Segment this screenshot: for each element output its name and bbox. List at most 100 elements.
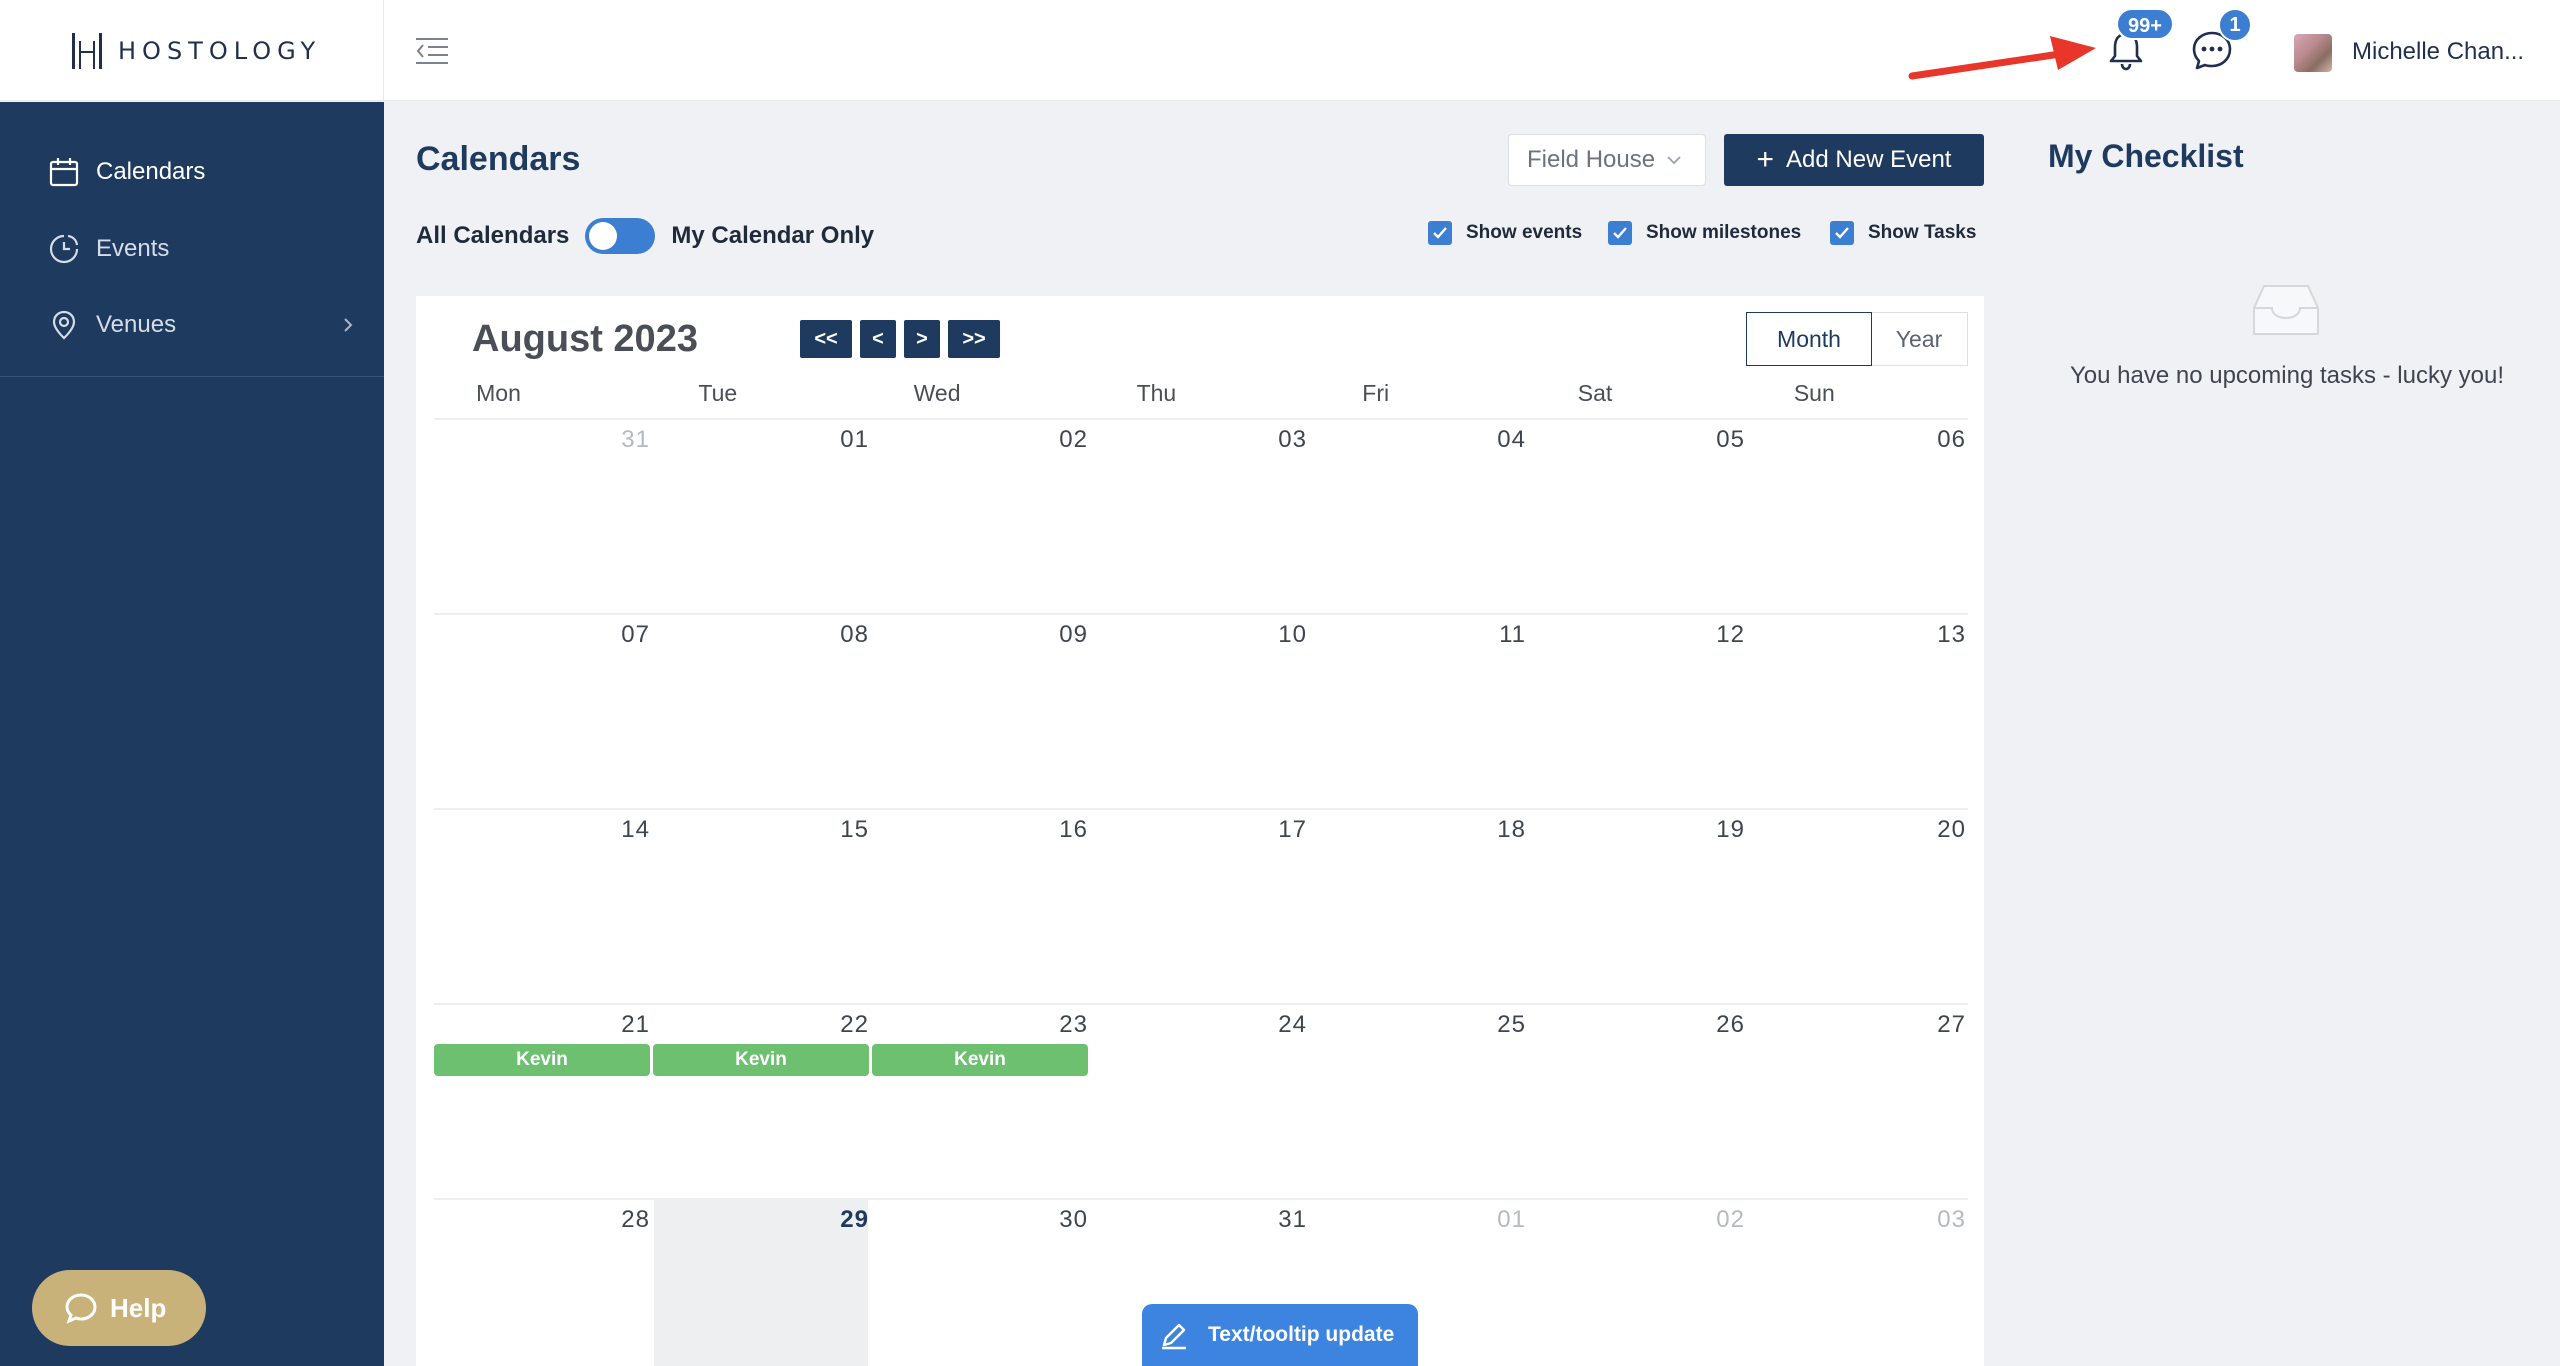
weekday-label: Wed: [913, 380, 961, 406]
sidebar-item-label: Venues: [96, 311, 177, 338]
checkbox-checked-icon: [1428, 221, 1452, 245]
day-cell-number[interactable]: 18: [1326, 816, 1526, 844]
weekday-label: Thu: [1136, 380, 1177, 406]
day-cell-number[interactable]: 09: [888, 621, 1088, 649]
week-divider: [434, 1198, 1968, 1200]
sidebar-item-label: Calendars: [96, 158, 206, 185]
add-new-event-button[interactable]: + Add New Event: [1724, 134, 1984, 186]
clock-pie-icon: [49, 234, 79, 264]
day-cell-number[interactable]: 29: [669, 1206, 869, 1234]
day-cell-number[interactable]: 30: [888, 1206, 1088, 1234]
day-cell-number[interactable]: 19: [1545, 816, 1745, 844]
day-cell-number[interactable]: 08: [669, 621, 869, 649]
weekday-label: Fri: [1362, 380, 1390, 406]
update-pill-label: Text/tooltip update: [1208, 1323, 1395, 1346]
day-cell-number[interactable]: 16: [888, 816, 1088, 844]
day-cell-number[interactable]: 02: [888, 426, 1088, 454]
show-events-checkbox[interactable]: Show events: [1428, 218, 1582, 248]
day-cell-number[interactable]: 04: [1326, 426, 1526, 454]
week-divider: [434, 1003, 1968, 1005]
day-cell-number[interactable]: 25: [1326, 1011, 1526, 1039]
day-cell-number[interactable]: 17: [1107, 816, 1307, 844]
day-cell-number[interactable]: 05: [1545, 426, 1745, 454]
checkbox-label: Show Tasks: [1868, 222, 1977, 243]
day-cell-number[interactable]: 31: [450, 426, 650, 454]
day-cell-number[interactable]: 06: [1766, 426, 1966, 454]
week-divider: [434, 418, 1968, 420]
text-tooltip-update-button[interactable]: Text/tooltip update: [1142, 1304, 1418, 1366]
sidebar-item-events[interactable]: Events: [0, 219, 384, 279]
day-cell-number[interactable]: 26: [1545, 1011, 1745, 1039]
sidebar-item-venues[interactable]: Venues: [0, 295, 384, 355]
prev-year-button[interactable]: <<: [800, 320, 852, 358]
next-year-button[interactable]: >>: [948, 320, 1000, 358]
day-cell-number[interactable]: 07: [450, 621, 650, 649]
checklist-title: My Checklist: [2048, 138, 2244, 174]
calendar-scope-toggle-row: All Calendars My Calendar Only: [416, 216, 874, 256]
event-chip[interactable]: Kevin: [872, 1044, 1088, 1076]
calendar-scope-switch[interactable]: [585, 218, 656, 254]
messages-badge: 1: [2218, 8, 2252, 42]
day-cell-number[interactable]: 14: [450, 816, 650, 844]
toggle-label-mine: My Calendar Only: [671, 222, 875, 249]
chevron-down-icon: [1667, 156, 1681, 165]
add-new-event-label: Add New Event: [1786, 146, 1952, 173]
logo[interactable]: HOSTOLOGY: [0, 0, 384, 101]
top-header: HOSTOLOGY 99+ 1 Michelle Chan...: [0, 0, 2560, 101]
page-title: Calendars: [416, 140, 581, 178]
chat-bubble-icon: [65, 1293, 97, 1324]
day-cell-number[interactable]: 23: [888, 1011, 1088, 1039]
day-cell-number[interactable]: 02: [1545, 1206, 1745, 1234]
checkbox-label: Show events: [1466, 222, 1583, 243]
day-cell-number[interactable]: 27: [1766, 1011, 1966, 1039]
toggle-label-all: All Calendars: [416, 222, 570, 249]
user-name[interactable]: Michelle Chan...: [2352, 38, 2524, 66]
weekday-label: Tue: [698, 380, 738, 406]
day-cell-number[interactable]: 12: [1545, 621, 1745, 649]
event-chip[interactable]: Kevin: [653, 1044, 869, 1076]
next-month-button[interactable]: >: [904, 320, 940, 358]
checkbox-label: Show milestones: [1646, 222, 1802, 243]
sidebar-item-calendars[interactable]: Calendars: [0, 142, 384, 202]
sidebar-divider: [0, 376, 384, 377]
day-cell-number[interactable]: 10: [1107, 621, 1307, 649]
calendar-icon: [49, 158, 79, 187]
chevron-right-icon: [344, 318, 353, 332]
checkbox-checked-icon: [1608, 221, 1632, 245]
day-cell-number[interactable]: 31: [1107, 1206, 1307, 1234]
show-tasks-checkbox[interactable]: Show Tasks: [1830, 218, 1976, 248]
tab-month[interactable]: Month: [1746, 312, 1872, 366]
logo-text: HOSTOLOGY: [118, 36, 322, 65]
event-chip[interactable]: Kevin: [434, 1044, 650, 1076]
day-cell-number[interactable]: 24: [1107, 1011, 1307, 1039]
day-cell-number[interactable]: 20: [1766, 816, 1966, 844]
checklist-empty-text: You have no upcoming tasks - lucky you!: [2069, 362, 2505, 389]
day-cell-number[interactable]: 11: [1326, 621, 1526, 649]
day-cell-number[interactable]: 03: [1766, 1206, 1966, 1234]
day-cell-number[interactable]: 22: [669, 1011, 869, 1039]
venue-select[interactable]: Field House: [1508, 134, 1706, 186]
user-avatar[interactable]: [2294, 34, 2332, 72]
hostology-logo-icon: [72, 32, 102, 69]
help-button[interactable]: Help: [32, 1270, 206, 1346]
week-divider: [434, 613, 1968, 615]
sidebar: Calendars Events Venues Help: [0, 102, 384, 1366]
day-cell-number[interactable]: 28: [450, 1206, 650, 1234]
pencil-icon: [1162, 1323, 1186, 1350]
collapse-menu-icon[interactable]: [414, 34, 450, 68]
day-cell-number[interactable]: 13: [1766, 621, 1966, 649]
day-cell-number[interactable]: 01: [1326, 1206, 1526, 1234]
empty-inbox-icon: [2253, 285, 2319, 335]
weekday-label: Sun: [1793, 380, 1835, 406]
prev-month-button[interactable]: <: [860, 320, 896, 358]
show-milestones-checkbox[interactable]: Show milestones: [1608, 218, 1801, 248]
tab-year[interactable]: Year: [1870, 312, 1968, 366]
day-cell-number[interactable]: 15: [669, 816, 869, 844]
day-cell-number[interactable]: 21: [450, 1011, 650, 1039]
day-cell-number[interactable]: 01: [669, 426, 869, 454]
plus-icon: +: [1756, 143, 1775, 176]
annotation-arrow-icon: [1908, 36, 2096, 80]
day-cell-number[interactable]: 03: [1107, 426, 1307, 454]
sidebar-item-label: Events: [96, 235, 170, 262]
weekday-label: Sat: [1577, 380, 1613, 406]
